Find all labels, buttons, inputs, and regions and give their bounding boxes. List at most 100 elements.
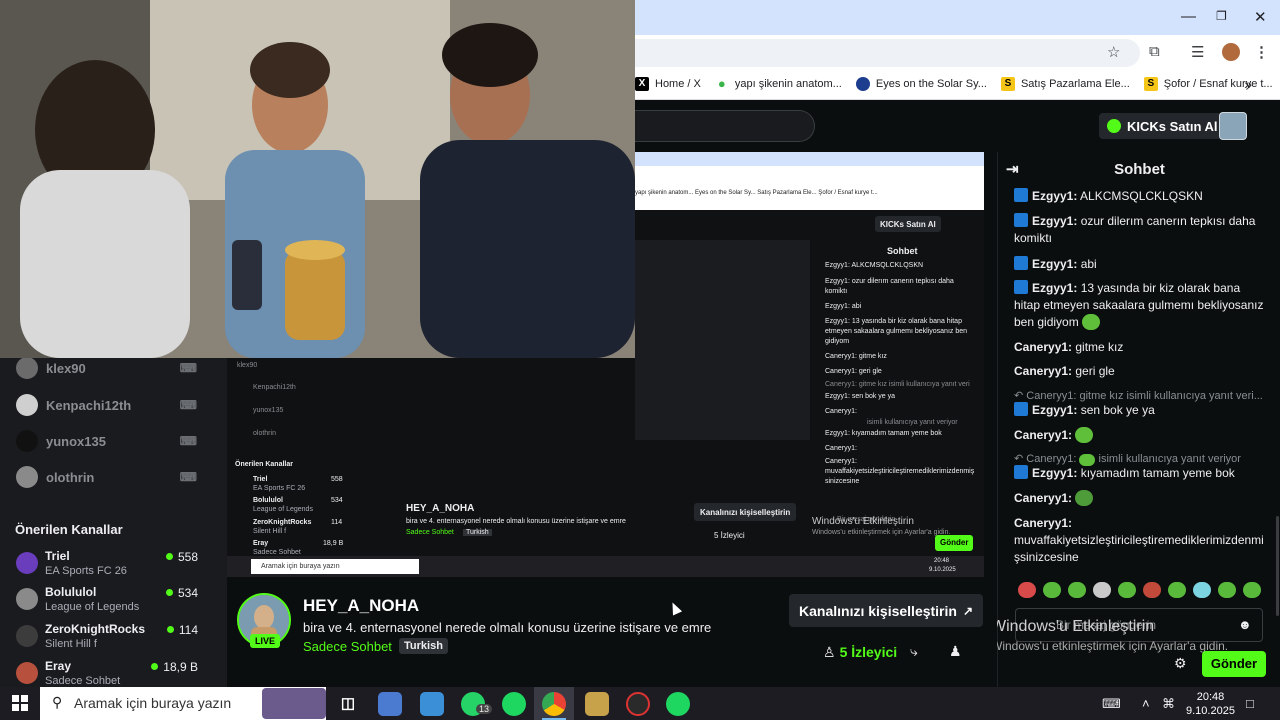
extensions-icon[interactable]: ⧉ <box>1149 43 1160 60</box>
nested-taskbar-search: Aramak için buraya yazın <box>251 559 419 574</box>
menu-kebab-icon[interactable]: ⋮ <box>1254 43 1269 61</box>
chat-username[interactable]: Ezgyy1: <box>1032 257 1077 271</box>
channel-category: League of Legends <box>45 601 140 613</box>
emote-icon[interactable] <box>1018 582 1036 598</box>
profile-avatar[interactable] <box>1222 43 1240 61</box>
minimize-icon[interactable]: — <box>1181 8 1196 25</box>
bookmark-label: Home / X <box>655 78 701 90</box>
chat-text: gitme kız <box>1072 340 1124 354</box>
emote-icon[interactable] <box>1243 582 1261 598</box>
nested-stream-title: bira ve 4. enternasyonel nerede olmalı k… <box>406 518 626 525</box>
clock[interactable]: 20:48 9.10.2025 <box>1186 690 1235 718</box>
collapse-chat-icon[interactable]: ⇥ <box>1006 160 1019 178</box>
taskbar: ⚲ Aramak için buraya yazın ◫ 13 ⌨ ˄ ⌘ 20:… <box>0 687 1280 720</box>
title-bar: — ❐ ✕ <box>635 0 1280 35</box>
nested-chat-line: komiktı <box>825 288 848 295</box>
chat-username[interactable]: Ezgyy1: <box>1032 466 1077 480</box>
chat-title: Sohbet <box>1114 160 1165 178</box>
buy-kicks-button[interactable]: KICKs Satın Al <box>1099 113 1226 139</box>
offline-icon: ⌨ <box>179 361 197 375</box>
follow-user-icon[interactable]: ♟ <box>949 643 962 660</box>
keyboard-icon[interactable]: ⌨ <box>1102 696 1121 712</box>
bookmark-item[interactable]: X Home / X <box>635 77 701 91</box>
photoshop-icon[interactable] <box>420 692 444 716</box>
channel-category: EA Sports FC 26 <box>45 565 127 577</box>
emote-icon <box>1075 490 1094 506</box>
stream-category[interactable]: Sadece Sohbet <box>303 639 392 654</box>
stream-tag[interactable]: Turkish <box>399 638 448 654</box>
bookmark-item[interactable]: S Satış Pazarlama Ele... <box>1000 77 1130 91</box>
network-icon[interactable]: ⌘ <box>1162 696 1175 712</box>
emote-icon[interactable] <box>1043 582 1061 598</box>
spotify-icon[interactable] <box>666 692 690 716</box>
chat-username[interactable]: Caneryy1: <box>1014 516 1072 530</box>
sidebar-item-klex90[interactable]: klex90 ⌨ <box>16 355 211 381</box>
emote-icon[interactable] <box>1218 582 1236 598</box>
bookmark-item[interactable]: S Şofor / Esnaf kurye t... <box>1143 77 1273 91</box>
obs-icon[interactable] <box>626 692 650 716</box>
s-icon: S <box>1143 77 1158 91</box>
emote-icon[interactable] <box>1168 582 1186 598</box>
chat-username[interactable]: Caneryy1: <box>1014 364 1072 378</box>
spotify-icon[interactable] <box>502 692 526 716</box>
chat-username[interactable]: Ezgyy1: <box>1032 214 1077 228</box>
notification-icon[interactable]: □ <box>1246 696 1254 711</box>
chat-username[interactable]: Caneryy1: <box>1014 428 1072 442</box>
star-icon[interactable]: ☆ <box>1107 43 1120 61</box>
recommended-channel-triel[interactable]: Triel EA Sports FC 26 558 <box>16 549 204 581</box>
scroll-thumb[interactable] <box>1276 516 1279 616</box>
reply-icon: ↶ Caneryy1: <box>1014 453 1080 465</box>
emote-icon[interactable] <box>1118 582 1136 598</box>
emote-icon[interactable] <box>1068 582 1086 598</box>
windows-start-icon[interactable] <box>12 695 28 711</box>
bookmark-label: Satış Pazarlama Ele... <box>1020 78 1130 90</box>
chat-username[interactable]: Caneryy1: <box>1014 491 1072 505</box>
streamer-name[interactable]: HEY_A_NOHA <box>303 596 419 616</box>
emote-icon[interactable] <box>1143 582 1161 598</box>
webcam-image <box>0 0 635 358</box>
chat-username[interactable]: Ezgyy1: <box>1032 281 1077 295</box>
send-button[interactable]: Gönder <box>1202 651 1266 677</box>
share-icon[interactable]: ⤷ <box>910 643 918 660</box>
recommended-channel-bolululol[interactable]: Bolululol League of Legends 534 <box>16 585 204 617</box>
bookmark-label: yapı şikenin anatom... <box>734 78 842 90</box>
sidebar-item-kenpachi12th[interactable]: Kenpachi12th ⌨ <box>16 392 211 418</box>
recommended-channel-zeroknightrocks[interactable]: ZeroKnightRocks Silent Hill f 114 <box>16 622 204 654</box>
tray-chevron-icon[interactable]: ˄ <box>1142 696 1150 711</box>
sidebar-item-olothrin[interactable]: olothrin ⌨ <box>16 464 211 490</box>
bookmark-item[interactable]: ● yapı şikenin anatom... <box>715 77 842 91</box>
sidebar-item-yunox135[interactable]: yunox135 ⌨ <box>16 428 211 454</box>
nested-chat-line: Caneryy1: <box>825 445 857 452</box>
media-icon[interactable]: ☰ <box>1191 43 1204 61</box>
emote-icon[interactable] <box>1093 582 1111 598</box>
channel-name: ZeroKnightRocks <box>45 622 146 636</box>
chat-username[interactable]: Ezgyy1: <box>1032 403 1077 417</box>
nested-kicks-button: KICKs Satın Al <box>875 216 941 232</box>
chrome-icon[interactable] <box>542 692 566 716</box>
chat-scrollbar[interactable] <box>1275 186 1280 616</box>
nested-stream-category: Sadece Sohbet <box>406 529 454 536</box>
bookmark-item[interactable]: Eyes on the Solar Sy... <box>855 77 987 91</box>
chat-reply-context: ↶ Caneryy1: isimli kullanıcıya yanıt ver… <box>1014 452 1264 466</box>
close-icon[interactable]: ✕ <box>1254 8 1267 26</box>
nested-channel-category: Sadece Sohbet <box>253 549 301 556</box>
emote-icon[interactable] <box>1193 582 1211 598</box>
gear-icon[interactable]: ⚙ <box>1174 655 1187 672</box>
user-avatar[interactable] <box>1219 112 1247 140</box>
clock-date: 9.10.2025 <box>1186 705 1235 717</box>
restore-icon[interactable]: ❐ <box>1216 9 1227 23</box>
nested-title-bar <box>635 152 984 166</box>
kick-search-input[interactable] <box>635 110 815 142</box>
nested-channel-category: League of Legends <box>253 506 313 513</box>
emoji-icon[interactable]: ☻ <box>1238 617 1252 632</box>
task-view-icon[interactable]: ◫ <box>336 692 360 716</box>
chat-username[interactable]: Caneryy1: <box>1014 340 1072 354</box>
file-manager-icon[interactable] <box>378 692 402 716</box>
address-bar[interactable] <box>635 39 1140 67</box>
bookmarks-more-icon[interactable]: » <box>1244 76 1252 92</box>
chat-username[interactable]: Ezgyy1: <box>1032 189 1077 203</box>
badge-icon <box>1014 256 1028 270</box>
app-icon[interactable] <box>585 692 609 716</box>
chat-message: Ezgyy1: abi <box>1014 256 1264 273</box>
customize-channel-button[interactable]: Kanalınızı kişiselleştirin ↗ <box>789 594 984 627</box>
